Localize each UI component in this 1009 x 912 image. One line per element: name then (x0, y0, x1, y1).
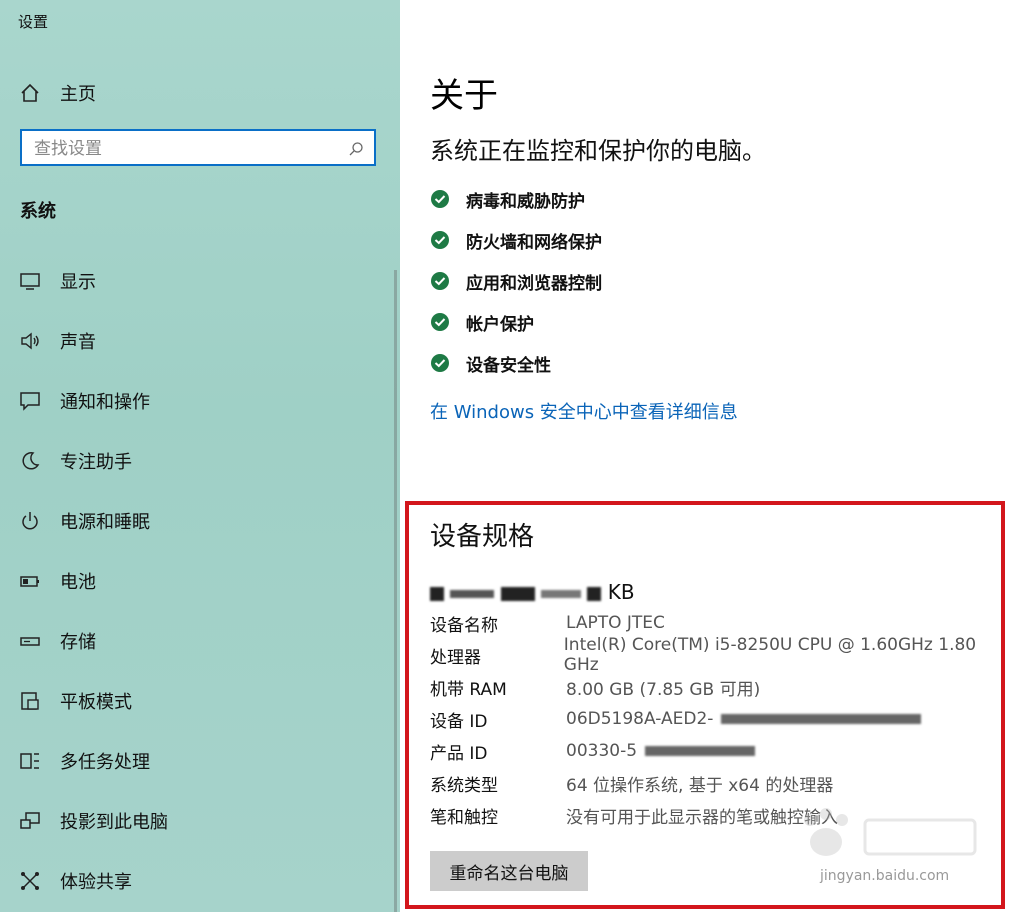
status-label: 设备安全性 (466, 355, 551, 376)
search-icon[interactable] (348, 141, 364, 157)
sidebar-item-home[interactable]: 主页 (18, 78, 96, 108)
power-icon (18, 509, 42, 533)
sidebar-item-focus-assist[interactable]: 专注助手 (18, 444, 388, 478)
redacted-block (500, 586, 535, 601)
sidebar-item-label: 平板模式 (60, 692, 132, 713)
status-label: 帐户保护 (466, 314, 534, 335)
sidebar-item-project[interactable]: 投影到此电脑 (18, 804, 388, 838)
storage-icon (18, 629, 42, 653)
sidebar-item-label: 电源和睡眠 (60, 512, 150, 533)
redacted-block (587, 586, 602, 601)
spec-value: Intel(R) Core(TM) i5-8250U CPU @ 1.60GHz… (563, 635, 977, 675)
status-item: 应用和浏览器控制 (430, 268, 602, 294)
spec-row-processor: 处理器 Intel(R) Core(TM) i5-8250U CPU @ 1.6… (430, 635, 1009, 675)
sidebar-item-label: 投影到此电脑 (60, 812, 168, 833)
protection-heading: 系统正在监控和保护你的电脑。 (430, 137, 766, 165)
multitask-icon (18, 749, 42, 773)
spec-value: 8.00 GB (7.85 GB 可用) (566, 679, 761, 700)
spec-key: 笔和触控 (430, 807, 498, 828)
redacted-block (721, 714, 922, 724)
spec-key: 系统类型 (430, 775, 498, 796)
app-title: 设置 (18, 13, 49, 31)
spec-value: 00330-5 (566, 741, 638, 761)
sidebar-item-label: 存储 (60, 632, 96, 653)
tablet-icon (18, 689, 42, 713)
spec-row-device-id: 设备 ID 06D5198A-AED2- (430, 707, 922, 732)
redacted-block (541, 589, 582, 598)
home-icon (18, 81, 42, 105)
sidebar-item-label: 体验共享 (60, 872, 132, 893)
sidebar-item-sound[interactable]: 声音 (18, 324, 388, 358)
status-label: 病毒和威胁防护 (466, 191, 585, 212)
sidebar-item-label: 专注助手 (60, 452, 132, 473)
sidebar-item-shared-experiences[interactable]: 体验共享 (18, 864, 388, 898)
sidebar-item-multitasking[interactable]: 多任务处理 (18, 744, 388, 778)
monitor-icon (18, 269, 42, 293)
check-circle-icon (431, 272, 449, 290)
redacted-block (645, 746, 756, 756)
spec-row-device-name: 设备名称 LAPTO JTEC (430, 611, 665, 636)
battery-icon (18, 569, 42, 593)
status-label: 应用和浏览器控制 (466, 273, 602, 294)
sidebar-scrollbar[interactable] (394, 270, 397, 912)
check-circle-icon (431, 190, 449, 208)
sidebar-item-battery[interactable]: 电池 (18, 564, 388, 598)
moon-icon (18, 449, 42, 473)
sidebar-item-label: 通知和操作 (60, 392, 150, 413)
spec-key: 处理器 (430, 647, 481, 668)
speaker-icon (18, 329, 42, 353)
spec-value: 06D5198A-AED2- (566, 709, 714, 729)
spec-key: 机带 RAM (430, 679, 507, 700)
status-item: 设备安全性 (430, 350, 551, 376)
spec-row-product-id: 产品 ID 00330-5 (430, 739, 756, 764)
status-label: 防火墙和网络保护 (466, 232, 602, 253)
sidebar-item-label: 显示 (60, 272, 96, 293)
status-item: 防火墙和网络保护 (430, 227, 602, 253)
project-icon (18, 809, 42, 833)
check-circle-icon (431, 354, 449, 372)
device-model: KB (430, 580, 635, 604)
security-center-link[interactable]: 在 Windows 安全中心中查看详细信息 (430, 398, 738, 424)
check-circle-icon (431, 231, 449, 249)
spec-value: 64 位操作系统, 基于 x64 的处理器 (566, 775, 834, 796)
spec-key: 设备 ID (430, 711, 488, 732)
sidebar-item-label: 电池 (60, 572, 96, 593)
share-icon (18, 869, 42, 893)
redacted-block (450, 589, 495, 598)
status-item: 病毒和威胁防护 (430, 186, 585, 212)
sidebar-item-storage[interactable]: 存储 (18, 624, 388, 658)
rename-pc-button[interactable]: 重命名这台电脑 (430, 851, 588, 891)
check-circle-icon (431, 313, 449, 331)
sidebar-item-label: 声音 (60, 332, 96, 353)
watermark-text: jingyan.baidu.com (820, 868, 950, 884)
spec-row-ram: 机带 RAM 8.00 GB (7.85 GB 可用) (430, 675, 761, 700)
notification-icon (18, 389, 42, 413)
spec-value: LAPTO JTEC (566, 613, 665, 633)
redacted-block (430, 586, 444, 601)
sidebar-item-label: 主页 (60, 84, 96, 105)
sidebar-item-display[interactable]: 显示 (18, 264, 388, 298)
search-input[interactable] (32, 137, 336, 161)
specs-title: 设备规格 (430, 522, 535, 552)
sidebar: 设置 主页 系统 显示 声音 通知和操作 专注助手 (0, 0, 400, 912)
sidebar-item-label: 多任务处理 (60, 752, 150, 773)
page-title: 关于 (430, 76, 498, 116)
spec-row-system-type: 系统类型 64 位操作系统, 基于 x64 的处理器 (430, 771, 834, 796)
sidebar-item-power[interactable]: 电源和睡眠 (18, 504, 388, 538)
sidebar-item-notifications[interactable]: 通知和操作 (18, 384, 388, 418)
spec-key: 产品 ID (430, 743, 488, 764)
sidebar-item-tablet-mode[interactable]: 平板模式 (18, 684, 388, 718)
status-item: 帐户保护 (430, 309, 534, 335)
spec-key: 设备名称 (430, 615, 498, 636)
device-model-suffix: KB (607, 580, 635, 604)
search-box[interactable] (20, 129, 376, 166)
section-header: 系统 (20, 201, 56, 222)
